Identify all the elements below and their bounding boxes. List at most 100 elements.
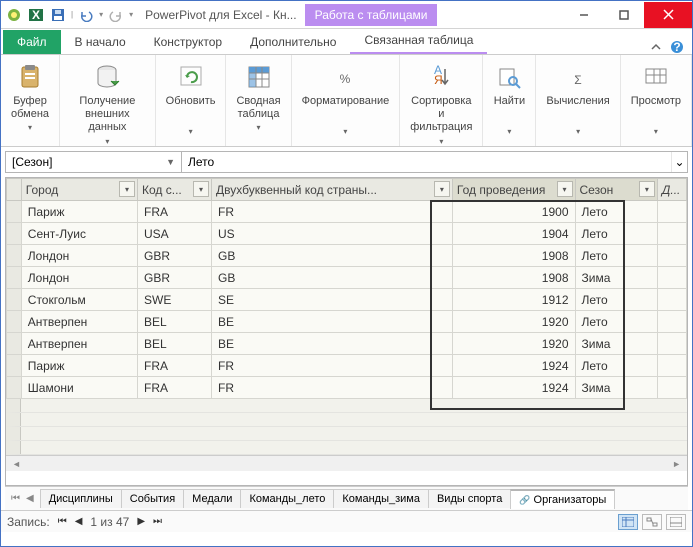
grid-table[interactable]: Город▾ Код с...▾ Двухбуквенный код стран… <box>6 178 687 399</box>
row-header[interactable] <box>7 311 22 333</box>
cell-city[interactable]: Антверпен <box>21 333 137 355</box>
nav-last-icon[interactable]: ⏭ <box>153 516 162 527</box>
table-row[interactable]: ПарижFRAFR1900Лето <box>7 201 687 223</box>
filter-icon[interactable]: ▾ <box>119 181 135 197</box>
maximize-button[interactable] <box>604 2 644 28</box>
sheet-nav-prev-icon[interactable]: ◀ <box>24 493 36 504</box>
redo-icon[interactable] <box>107 6 125 24</box>
cell-empty[interactable] <box>657 223 686 245</box>
collapse-ribbon-icon[interactable] <box>650 41 662 53</box>
cell-empty[interactable] <box>657 267 686 289</box>
filter-icon[interactable]: ▾ <box>434 181 450 197</box>
sheet-tab-teams-summer[interactable]: Команды_лето <box>240 489 334 508</box>
expand-formula-icon[interactable]: ⌄ <box>671 152 687 172</box>
cell-city[interactable]: Париж <box>21 201 137 223</box>
cell-empty[interactable] <box>657 289 686 311</box>
cell-year[interactable]: 1904 <box>452 223 575 245</box>
cell-empty[interactable] <box>657 355 686 377</box>
cell-empty[interactable] <box>657 311 686 333</box>
cell-city[interactable]: Лондон <box>21 267 137 289</box>
refresh-button[interactable]: Обновить▾ <box>162 59 220 138</box>
cell-code[interactable]: FRA <box>138 201 212 223</box>
close-button[interactable] <box>644 2 692 28</box>
cell-code[interactable]: SWE <box>138 289 212 311</box>
tab-design[interactable]: Конструктор <box>140 30 236 54</box>
sheet-tab-teams-winter[interactable]: Команды_зима <box>333 489 429 508</box>
undo-icon[interactable] <box>77 6 95 24</box>
cell-cc[interactable]: GB <box>211 267 452 289</box>
sheet-tab-hosts[interactable]: Организаторы <box>510 489 615 509</box>
sheet-tab-disciplines[interactable]: Дисциплины <box>40 489 122 508</box>
nav-first-icon[interactable]: ⏮ <box>58 516 67 527</box>
tab-advanced[interactable]: Дополнительно <box>236 30 350 54</box>
view-button[interactable]: Просмотр▾ <box>627 59 685 138</box>
row-header[interactable] <box>7 333 22 355</box>
cell-year[interactable]: 1908 <box>452 267 575 289</box>
cell-season[interactable]: Лето <box>575 201 657 223</box>
sort-filter-button[interactable]: AЯ Сортировка и фильтрация▾ <box>406 59 476 148</box>
cell-year[interactable]: 1920 <box>452 333 575 355</box>
row-header[interactable] <box>7 377 22 399</box>
table-row[interactable]: АнтверпенBELBE1920Лето <box>7 311 687 333</box>
cell-season[interactable]: Зима <box>575 377 657 399</box>
row-header[interactable] <box>7 355 22 377</box>
cell-empty[interactable] <box>657 201 686 223</box>
column-header-year[interactable]: Год проведения▾ <box>452 179 575 201</box>
tab-file[interactable]: Файл <box>3 30 61 54</box>
cell-cc[interactable]: GB <box>211 245 452 267</box>
sheet-tab-sports[interactable]: Виды спорта <box>428 489 511 508</box>
table-row[interactable]: СтокгольмSWESE1912Лето <box>7 289 687 311</box>
cell-year[interactable]: 1912 <box>452 289 575 311</box>
cell-season[interactable]: Лето <box>575 311 657 333</box>
cell-code[interactable]: BEL <box>138 333 212 355</box>
tab-linked-table[interactable]: Связанная таблица <box>350 28 487 54</box>
sheet-tab-medals[interactable]: Медали <box>183 489 241 508</box>
cell-season[interactable]: Лето <box>575 245 657 267</box>
table-row[interactable]: ЛондонGBRGB1908Лето <box>7 245 687 267</box>
formatting-button[interactable]: % Форматирование▾ <box>298 59 394 138</box>
pivot-table-button[interactable]: Сводная таблица▾ <box>232 59 284 135</box>
column-header-season[interactable]: Сезон▾ <box>575 179 657 201</box>
name-box[interactable]: [Сезон] ▼ <box>6 152 182 172</box>
column-header-twoletter[interactable]: Двухбуквенный код страны...▾ <box>211 179 452 201</box>
table-row[interactable]: АнтверпенBELBE1920Зима <box>7 333 687 355</box>
cell-code[interactable]: GBR <box>138 245 212 267</box>
cell-code[interactable]: GBR <box>138 267 212 289</box>
cell-cc[interactable]: BE <box>211 333 452 355</box>
cell-season[interactable]: Лето <box>575 355 657 377</box>
cell-cc[interactable]: BE <box>211 311 452 333</box>
cell-city[interactable]: Антверпен <box>21 311 137 333</box>
cell-year[interactable]: 1908 <box>452 245 575 267</box>
table-row[interactable]: ПарижFRAFR1924Лето <box>7 355 687 377</box>
table-row[interactable]: Сент-ЛуисUSAUS1904Лето <box>7 223 687 245</box>
cell-city[interactable]: Шамони <box>21 377 137 399</box>
calculations-button[interactable]: Σ Вычисления▾ <box>542 59 613 138</box>
cell-empty[interactable] <box>657 333 686 355</box>
cell-city[interactable]: Стокгольм <box>21 289 137 311</box>
name-box-dropdown-icon[interactable]: ▼ <box>166 157 175 167</box>
sheet-tab-events[interactable]: События <box>121 489 184 508</box>
cell-code[interactable]: USA <box>138 223 212 245</box>
cell-city[interactable]: Лондон <box>21 245 137 267</box>
cell-city[interactable]: Париж <box>21 355 137 377</box>
row-header[interactable] <box>7 245 22 267</box>
cell-season[interactable]: Зима <box>575 267 657 289</box>
diagram-view-button[interactable] <box>642 514 662 530</box>
nav-prev-icon[interactable]: ◀ <box>75 516 83 527</box>
tab-home[interactable]: В начало <box>61 30 140 54</box>
row-header[interactable] <box>7 267 22 289</box>
cell-cc[interactable]: US <box>211 223 452 245</box>
get-external-data-button[interactable]: Получение внешних данных▾ <box>66 59 149 148</box>
cell-season[interactable]: Лето <box>575 223 657 245</box>
find-button[interactable]: Найти▾ <box>489 59 529 138</box>
cell-cc[interactable]: FR <box>211 355 452 377</box>
table-row[interactable]: ЛондонGBRGB1908Зима <box>7 267 687 289</box>
help-icon[interactable]: ? <box>670 40 684 54</box>
cell-code[interactable]: FRA <box>138 377 212 399</box>
row-header[interactable] <box>7 223 22 245</box>
column-header-city[interactable]: Город▾ <box>21 179 137 201</box>
filter-icon[interactable]: ▾ <box>557 181 573 197</box>
column-header-code[interactable]: Код с...▾ <box>138 179 212 201</box>
cell-empty[interactable] <box>657 245 686 267</box>
formula-input[interactable]: Лето <box>182 152 671 172</box>
